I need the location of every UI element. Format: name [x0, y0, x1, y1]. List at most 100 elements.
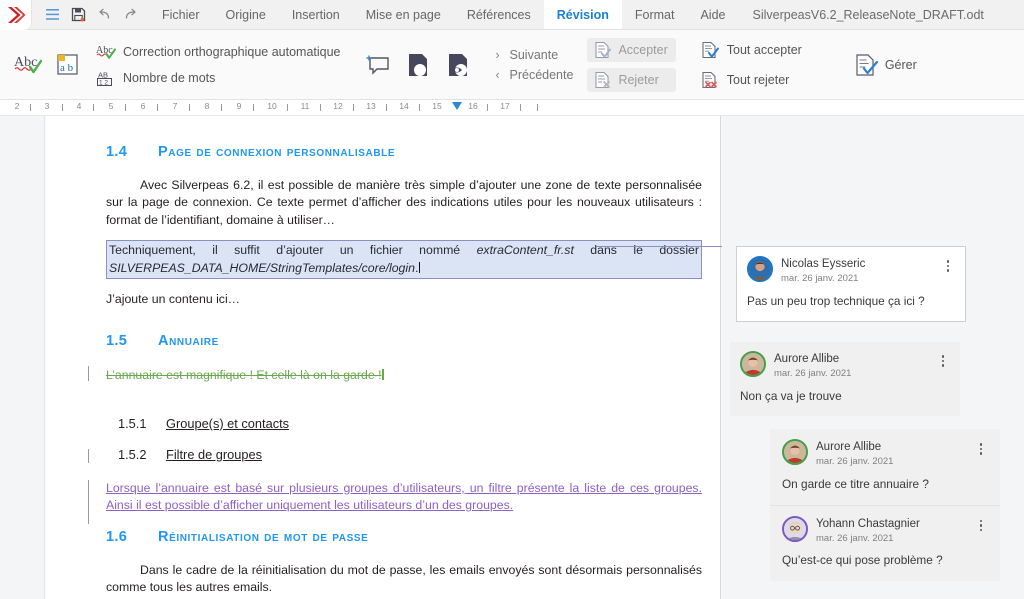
- avatar: [740, 351, 766, 377]
- heading-1-5-2-title: Filtre de groupes: [166, 446, 263, 462]
- office-suite-window: Fichier Origine Insertion Mise en page R…: [0, 0, 1024, 599]
- reject-all-changes-button[interactable]: Tout rejeter: [698, 68, 804, 92]
- reject-change-button[interactable]: Rejeter: [587, 67, 676, 92]
- inserted-paragraph-row: Lorsque l’annuaire est basé sur plusieur…: [88, 479, 702, 524]
- ruler-tick-17: 17: [500, 101, 510, 111]
- chevron-left-icon: ‹: [495, 67, 500, 82]
- autocorrect-button[interactable]: Abc Correction orthographique automatiqu…: [96, 42, 341, 62]
- heading-1-6: 1.6 Réinitialisation de mot de passe: [106, 529, 702, 545]
- accept-change-label: Accepter: [618, 42, 668, 57]
- document-title: SilverpeasV6.2_ReleaseNote_DRAFT.odt: [752, 7, 984, 22]
- accept-all-changes-button[interactable]: Tout accepter: [698, 38, 804, 62]
- undo-icon[interactable]: [96, 6, 113, 23]
- display-for-review-button[interactable]: [439, 37, 479, 93]
- kebab-menu-icon[interactable]: [936, 351, 950, 367]
- chevron-right-icon: ›: [495, 47, 500, 62]
- word-count-button[interactable]: AB 1 2 Nombre de mots: [96, 68, 341, 88]
- add-comment-icon: [366, 55, 389, 75]
- set-language-button[interactable]: a b: [48, 37, 88, 93]
- add-comment-button[interactable]: [359, 37, 399, 93]
- comment-text: On garde ce titre annuaire ?: [782, 476, 929, 491]
- accept-all-changes-icon: [700, 40, 720, 60]
- indent-marker[interactable]: [452, 102, 462, 110]
- previous-change-button[interactable]: ‹ Précédente: [493, 67, 573, 82]
- menu-item-origine[interactable]: Origine: [213, 0, 279, 29]
- ruler-tick-5: 5: [108, 101, 114, 111]
- heading-1-5-2: 1.5.2 Filtre de groupes: [118, 447, 702, 462]
- redo-icon[interactable]: [122, 6, 139, 23]
- comment-card-2[interactable]: Aurore Allibe mar. 26 janv. 2021 Non ça …: [730, 342, 960, 416]
- silverpeas-chevron-logo-icon: [7, 7, 25, 23]
- comment-header: Nicolas Eysseric mar. 26 janv. 2021: [747, 256, 955, 286]
- inserted-paragraph: Lorsque l’annuaire est basé sur plusieur…: [106, 480, 702, 513]
- manage-changes-button[interactable]: Gérer: [852, 51, 919, 79]
- comment-thread-item-2[interactable]: Yohann Chastagnier mar. 26 janv. 2021 Qu…: [770, 504, 1000, 582]
- menu-item-mise-en-page[interactable]: Mise en page: [353, 0, 454, 29]
- document-body: 1.4 Page de connexion personnalisable Av…: [46, 116, 720, 597]
- kebab-menu-icon[interactable]: [941, 256, 955, 272]
- deleted-text-row: L’annuaire est magnifique ! Et celle là …: [88, 365, 702, 396]
- ruler-tick-10: 10: [267, 101, 277, 111]
- ruler-tick-6: 6: [140, 101, 146, 111]
- comment-author: Yohann Chastagnier: [816, 517, 920, 530]
- change-bar-deleted: [88, 365, 89, 381]
- comment-thread-item-1[interactable]: Aurore Allibe mar. 26 janv. 2021 On gard…: [770, 429, 1000, 505]
- kebab-menu-icon[interactable]: [974, 516, 988, 532]
- svg-text:a b: a b: [60, 62, 74, 74]
- next-change-button[interactable]: › Suivante: [493, 48, 574, 62]
- comment-author: Aurore Allibe: [816, 441, 882, 453]
- display-for-review-icon: [448, 53, 467, 76]
- toolbar-group-accept-reject-all: Tout accepter Tout rejeter: [676, 38, 804, 92]
- avatar-photo: [784, 441, 806, 463]
- track-changes-icon: [408, 53, 427, 76]
- change-bar-heading-152: [88, 448, 89, 463]
- heading-1-6-title: Réinitialisation de mot de passe: [158, 528, 369, 545]
- menu-item-references[interactable]: Références: [454, 0, 544, 29]
- anchored-text-post: .: [414, 260, 419, 275]
- manage-changes-label: Gérer: [884, 57, 917, 72]
- heading-1-6-number: 1.6: [106, 528, 128, 545]
- ruler-ticks: 2 3 4 5 6 7 8 9 10 11 12 13 14 15 16 17: [0, 100, 1024, 115]
- save-icon[interactable]: [70, 6, 87, 23]
- comment-header: Aurore Allibe mar. 26 janv. 2021: [740, 351, 950, 381]
- deleted-text: L’annuaire est magnifique ! Et celle là …: [106, 367, 382, 382]
- menu-item-insertion[interactable]: Insertion: [279, 0, 353, 29]
- accept-change-button[interactable]: Accepter: [587, 37, 676, 62]
- comment-date: mar. 26 janv. 2021: [816, 532, 894, 544]
- kebab-menu-icon[interactable]: [974, 439, 988, 455]
- hamburger-menu-icon[interactable]: [44, 6, 61, 23]
- heading-1-5-1: 1.5.1 Groupe(s) et contacts: [118, 416, 702, 431]
- menu-item-revision[interactable]: Révision: [543, 0, 622, 29]
- comment-meta: Aurore Allibe mar. 26 janv. 2021: [774, 351, 928, 381]
- menu-item-fichier[interactable]: Fichier: [149, 0, 213, 29]
- reject-all-changes-label: Tout rejeter: [726, 72, 790, 87]
- paragraph-1-4: Avec Silverpeas 6.2, il est possible de …: [106, 178, 702, 227]
- comment-author: Nicolas Eysseric: [781, 258, 866, 270]
- menu-item-aide[interactable]: Aide: [687, 0, 738, 29]
- menu-bar: Fichier Origine Insertion Mise en page R…: [0, 0, 1024, 30]
- comment-author: Aurore Allibe: [774, 353, 840, 365]
- comment-card-1[interactable]: Nicolas Eysseric mar. 26 janv. 2021 Pas …: [736, 246, 966, 322]
- reject-change-icon: [592, 70, 612, 90]
- ruler-tick-13: 13: [366, 101, 376, 111]
- comment-card-3[interactable]: Aurore Allibe mar. 26 janv. 2021 On gard…: [770, 429, 1000, 582]
- track-changes-button[interactable]: [399, 37, 439, 93]
- menu-item-format[interactable]: Format: [622, 0, 688, 29]
- manage-changes-icon: [854, 53, 878, 77]
- comment-meta: Yohann Chastagnier mar. 26 janv. 2021: [816, 516, 966, 546]
- comment-date: mar. 26 janv. 2021: [781, 273, 859, 285]
- ruler-tick-15: 15: [432, 101, 442, 111]
- comment-connector-line: [596, 246, 736, 247]
- toolbar-group-manage: Gérer: [804, 30, 919, 99]
- comment-meta: Nicolas Eysseric mar. 26 janv. 2021: [781, 256, 933, 286]
- document-page[interactable]: 1.4 Page de connexion personnalisable Av…: [46, 116, 721, 599]
- anchored-text-pre: Techniquement, il suffit d’ajouter un fi…: [109, 243, 477, 258]
- anchored-text-filename: extraContent_fr.st: [476, 243, 574, 258]
- avatar: [782, 439, 808, 465]
- spellcheck-button[interactable]: Abc: [8, 37, 48, 93]
- heading-1-4-title: Page de connexion personnalisable: [158, 144, 396, 160]
- avatar-photo: [742, 353, 764, 375]
- horizontal-ruler[interactable]: 2 3 4 5 6 7 8 9 10 11 12 13 14 15 16 17: [0, 100, 1024, 116]
- accept-all-changes-label: Tout accepter: [726, 42, 802, 57]
- app-logo[interactable]: [0, 0, 32, 30]
